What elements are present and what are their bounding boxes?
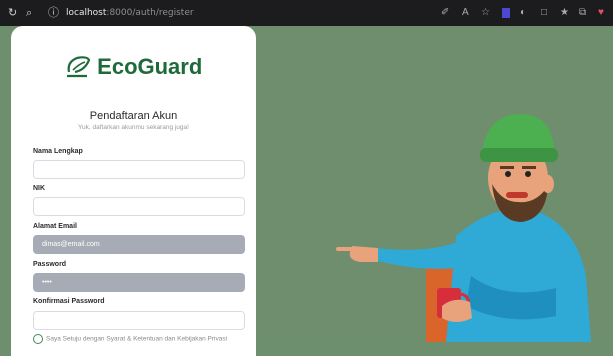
password-label: Password	[33, 261, 67, 268]
split-screen-icon[interactable]: □	[541, 6, 547, 20]
brand-logo: EcoGuard	[11, 54, 256, 80]
man-pointing-illustration	[336, 114, 591, 342]
browser-toolbar: ↻ ⌕ ⓘ localhost:8000/auth/register ✐ A ☆…	[0, 0, 613, 26]
address-bar[interactable]: localhost:8000/auth/register	[66, 6, 194, 20]
url-path: :8000/auth/register	[106, 8, 194, 18]
brand-name: EcoGuard	[97, 54, 203, 79]
illustration	[256, 26, 613, 342]
extension-icon[interactable]	[502, 8, 510, 18]
collections-icon[interactable]: ⧉	[579, 6, 586, 20]
nik-input[interactable]	[33, 197, 245, 216]
leaf-hand-icon	[66, 56, 90, 78]
password-input[interactable]: ••••	[33, 273, 245, 292]
favorites-bar-icon[interactable]: ★	[560, 6, 569, 20]
email-input[interactable]: dimas@email.com	[33, 235, 245, 254]
url-host: localhost	[66, 8, 107, 18]
form-subtitle: Yuk, daftarkan akunmu sekarang juga!	[78, 124, 189, 131]
profile-icon[interactable]: ◐	[520, 6, 526, 20]
form-title: Pendaftaran Akun	[89, 110, 178, 122]
refresh-icon[interactable]: ↻	[8, 6, 17, 20]
nik-label: NIK	[33, 185, 46, 192]
search-icon[interactable]: ⌕	[26, 6, 32, 20]
favorite-icon[interactable]: ☆	[481, 6, 490, 20]
full-name-input[interactable]	[33, 160, 245, 179]
agree-checkbox-row[interactable]: Saya Setuju dengan Syarat & Ketentuan da…	[33, 334, 227, 344]
heart-icon[interactable]: ♥	[598, 6, 604, 20]
confirm-password-label: Konfirmasi Password	[33, 298, 105, 305]
agree-checkbox[interactable]	[33, 334, 43, 344]
register-panel: EcoGuard Pendaftaran Akun Yuk, daftarkan…	[11, 26, 256, 356]
translate-icon[interactable]: A	[462, 6, 469, 20]
full-name-label: Nama Lengkap	[33, 148, 83, 155]
read-aloud-icon[interactable]: ✐	[441, 6, 449, 20]
info-icon[interactable]: ⓘ	[48, 6, 59, 20]
email-label: Alamat Email	[33, 223, 77, 230]
confirm-password-input[interactable]	[33, 311, 245, 330]
